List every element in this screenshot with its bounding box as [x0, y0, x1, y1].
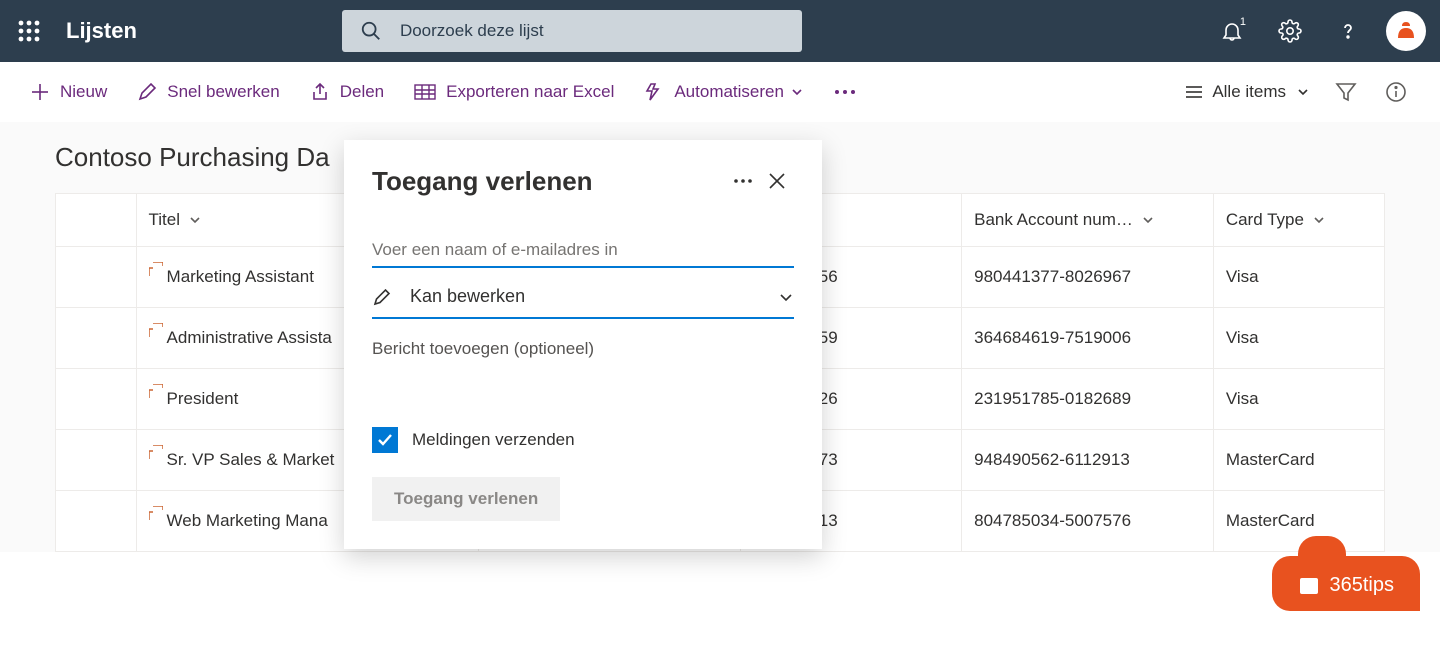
row-select-cell[interactable] — [56, 369, 137, 430]
chevron-down-icon — [1296, 85, 1310, 99]
flow-icon — [644, 82, 664, 102]
more-commands-button[interactable] — [834, 89, 856, 95]
cell-bank: 980441377-8026967 — [962, 247, 1214, 308]
command-bar-right: Alle items — [1182, 78, 1410, 106]
watermark-badge: 365tips — [1272, 556, 1421, 611]
dialog-actions: Toegang verlenen — [372, 477, 794, 521]
item-indicator-icon — [149, 506, 163, 520]
pencil-icon — [137, 82, 157, 102]
ellipsis-icon — [733, 178, 753, 184]
message-placeholder[interactable]: Bericht toevoegen (optioneel) — [372, 339, 794, 359]
help-button[interactable] — [1328, 11, 1368, 51]
avatar-logo-icon — [1390, 20, 1422, 42]
cell-card: Visa — [1213, 308, 1384, 369]
send-notifications-label: Meldingen verzenden — [412, 430, 575, 450]
user-avatar[interactable] — [1386, 11, 1426, 51]
share-label: Delen — [340, 82, 384, 102]
row-select-cell[interactable] — [56, 247, 137, 308]
dialog-title: Toegang verlenen — [372, 166, 726, 197]
plus-icon — [30, 82, 50, 102]
app-launcher-icon[interactable] — [14, 16, 44, 46]
filter-icon — [1335, 82, 1357, 102]
row-select-cell[interactable] — [56, 491, 137, 552]
notifications-button[interactable]: 1 — [1212, 11, 1252, 51]
excel-icon — [414, 82, 436, 102]
suite-left: Lijsten — [14, 16, 137, 46]
chevron-down-icon — [790, 85, 804, 99]
row-select-cell[interactable] — [56, 430, 137, 491]
cell-card: Visa — [1213, 247, 1384, 308]
chevron-down-icon — [1312, 213, 1326, 227]
export-excel-label: Exporteren naar Excel — [446, 82, 614, 102]
quick-edit-button[interactable]: Snel bewerken — [137, 82, 279, 102]
automate-button[interactable]: Automatiseren — [644, 82, 804, 102]
office-icon — [1298, 575, 1320, 597]
search-box[interactable] — [342, 10, 802, 52]
item-indicator-icon — [149, 323, 163, 337]
item-indicator-icon — [149, 445, 163, 459]
cell-bank: 804785034-5007576 — [962, 491, 1214, 552]
checkbox-icon — [372, 427, 398, 453]
quick-edit-label: Snel bewerken — [167, 82, 279, 102]
item-indicator-icon — [149, 384, 163, 398]
share-icon — [310, 82, 330, 102]
gear-icon — [1278, 19, 1302, 43]
item-indicator-icon — [149, 262, 163, 276]
watermark-text: 365tips — [1330, 574, 1395, 597]
ellipsis-icon — [834, 89, 856, 95]
cell-card: Visa — [1213, 369, 1384, 430]
checkmark-icon — [376, 431, 394, 449]
info-button[interactable] — [1382, 78, 1410, 106]
search-input[interactable] — [400, 21, 784, 41]
new-button[interactable]: Nieuw — [30, 82, 107, 102]
dialog-more-button[interactable] — [726, 164, 760, 198]
dialog-header: Toegang verlenen — [372, 164, 794, 198]
recipient-input[interactable] — [372, 240, 794, 260]
grant-access-button[interactable]: Toegang verlenen — [372, 477, 560, 521]
info-icon — [1385, 81, 1407, 103]
recipient-field[interactable] — [372, 240, 794, 268]
automate-label: Automatiseren — [674, 82, 784, 102]
cell-bank: 364684619-7519006 — [962, 308, 1214, 369]
column-header-select[interactable] — [56, 194, 137, 247]
dialog-close-button[interactable] — [760, 164, 794, 198]
send-notifications-checkbox[interactable]: Meldingen verzenden — [372, 427, 794, 453]
cell-bank: 948490562-6112913 — [962, 430, 1214, 491]
search-icon — [360, 20, 382, 42]
column-header-bank[interactable]: Bank Account num… — [962, 194, 1214, 247]
share-button[interactable]: Delen — [310, 82, 384, 102]
pencil-icon — [372, 287, 392, 307]
command-bar: Nieuw Snel bewerken Delen Exporteren naa… — [0, 62, 1440, 122]
settings-button[interactable] — [1270, 11, 1310, 51]
new-label: Nieuw — [60, 82, 107, 102]
close-icon — [768, 172, 786, 190]
cell-card: MasterCard — [1213, 430, 1384, 491]
chevron-down-icon — [188, 213, 202, 227]
view-label: Alle items — [1212, 82, 1286, 102]
question-icon — [1336, 19, 1360, 43]
export-excel-button[interactable]: Exporteren naar Excel — [414, 82, 614, 102]
suite-right: 1 — [1212, 11, 1426, 51]
cell-card: MasterCard — [1213, 491, 1384, 552]
cell-bank: 231951785-0182689 — [962, 369, 1214, 430]
column-header-card-type[interactable]: Card Type — [1213, 194, 1384, 247]
row-select-cell[interactable] — [56, 308, 137, 369]
notification-count: 1 — [1240, 16, 1246, 28]
chevron-down-icon — [778, 289, 794, 305]
chevron-down-icon — [1141, 213, 1155, 227]
permission-label: Kan bewerken — [410, 286, 760, 307]
view-selector[interactable]: Alle items — [1182, 82, 1310, 102]
suite-bar: Lijsten 1 — [0, 0, 1440, 62]
list-icon — [1182, 84, 1202, 100]
search-container — [342, 10, 802, 52]
permission-selector[interactable]: Kan bewerken — [372, 280, 794, 319]
app-title[interactable]: Lijsten — [66, 18, 137, 44]
filter-button[interactable] — [1332, 78, 1360, 106]
grant-access-dialog: Toegang verlenen Kan bewerken Bericht to… — [344, 140, 822, 549]
